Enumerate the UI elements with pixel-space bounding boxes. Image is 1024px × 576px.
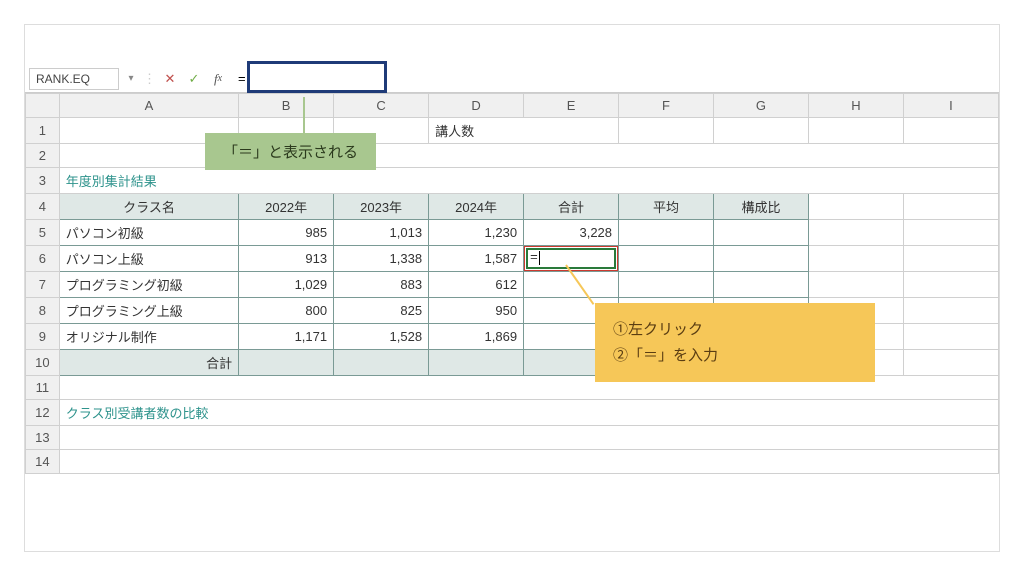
cell[interactable]: [334, 350, 429, 376]
cell[interactable]: 1,528: [334, 324, 429, 350]
cell[interactable]: 825: [334, 298, 429, 324]
callout-connector: [303, 97, 305, 135]
cell[interactable]: [714, 272, 809, 298]
sheet-title: 講人数: [429, 118, 619, 144]
callout-yellow-line1: ①左クリック: [613, 317, 857, 343]
cell[interactable]: [619, 272, 714, 298]
row-header-6[interactable]: 6: [26, 246, 60, 272]
cell[interactable]: [429, 350, 524, 376]
cell[interactable]: プログラミング上級: [59, 298, 238, 324]
fx-icon[interactable]: fx: [208, 69, 228, 89]
name-box-value: RANK.EQ: [36, 72, 90, 86]
name-box[interactable]: RANK.EQ: [29, 68, 119, 90]
cell[interactable]: 3,228: [524, 220, 619, 246]
cell[interactable]: 985: [239, 220, 334, 246]
section-2-label: クラス別受講者数の比較: [59, 400, 998, 426]
col-header-I[interactable]: I: [903, 94, 998, 118]
col-header-G[interactable]: G: [714, 94, 809, 118]
section-1-label: 年度別集計結果: [59, 168, 998, 194]
row-header-13[interactable]: 13: [26, 426, 60, 450]
header-class: クラス名: [59, 194, 238, 220]
cell[interactable]: [619, 246, 714, 272]
row-header-14[interactable]: 14: [26, 450, 60, 474]
col-header-H[interactable]: H: [808, 94, 903, 118]
cell[interactable]: 1,338: [334, 246, 429, 272]
active-cell-E6[interactable]: =: [524, 246, 619, 272]
row-header-5[interactable]: 5: [26, 220, 60, 246]
header-ratio: 構成比: [714, 194, 809, 220]
formula-input[interactable]: [232, 68, 995, 90]
select-all-corner[interactable]: [26, 94, 60, 118]
row-header-8[interactable]: 8: [26, 298, 60, 324]
cell[interactable]: オリジナル制作: [59, 324, 238, 350]
row-header-7[interactable]: 7: [26, 272, 60, 298]
cell[interactable]: 950: [429, 298, 524, 324]
header-2024: 2024年: [429, 194, 524, 220]
cell[interactable]: 913: [239, 246, 334, 272]
col-header-E[interactable]: E: [524, 94, 619, 118]
total-label-cell[interactable]: 合計: [59, 350, 238, 376]
header-total: 合計: [524, 194, 619, 220]
name-box-dropdown-icon[interactable]: ▾: [123, 73, 139, 84]
header-avg: 平均: [619, 194, 714, 220]
row-header-4[interactable]: 4: [26, 194, 60, 220]
cell[interactable]: プログラミング初級: [59, 272, 238, 298]
table-row: 5 パソコン初級 985 1,013 1,230 3,228: [26, 220, 999, 246]
cell[interactable]: 1,587: [429, 246, 524, 272]
cell[interactable]: [714, 246, 809, 272]
col-header-C[interactable]: C: [334, 94, 429, 118]
cell[interactable]: 1,171: [239, 324, 334, 350]
callout-instructions: ①左クリック ②「＝」を入力: [595, 303, 875, 382]
cell[interactable]: 1,230: [429, 220, 524, 246]
cell[interactable]: 883: [334, 272, 429, 298]
callout-yellow-line2: ②「＝」を入力: [613, 343, 857, 369]
formula-cancel-button[interactable]: ✕: [160, 69, 180, 89]
cell[interactable]: 1,013: [334, 220, 429, 246]
col-header-F[interactable]: F: [619, 94, 714, 118]
row-header-10[interactable]: 10: [26, 350, 60, 376]
callout-formula-display: 「＝」と表示される: [205, 133, 376, 170]
formula-bar: RANK.EQ ▾ ⋮ ✕ ✓ fx: [25, 65, 999, 93]
cell[interactable]: 612: [429, 272, 524, 298]
header-2022: 2022年: [239, 194, 334, 220]
col-header-D[interactable]: D: [429, 94, 524, 118]
row-header-1[interactable]: 1: [26, 118, 60, 144]
callout-green-text: 「＝」と表示される: [223, 144, 358, 161]
editing-text: =: [530, 249, 540, 265]
cell[interactable]: [619, 220, 714, 246]
table-row: 6 パソコン上級 913 1,338 1,587 =: [26, 246, 999, 272]
cell[interactable]: 1,029: [239, 272, 334, 298]
formula-enter-button[interactable]: ✓: [184, 69, 204, 89]
cell[interactable]: パソコン初級: [59, 220, 238, 246]
cell[interactable]: [239, 350, 334, 376]
cell[interactable]: パソコン上級: [59, 246, 238, 272]
cell[interactable]: 800: [239, 298, 334, 324]
col-header-A[interactable]: A: [59, 94, 238, 118]
cell[interactable]: [524, 272, 619, 298]
row-header-3[interactable]: 3: [26, 168, 60, 194]
header-2023: 2023年: [334, 194, 429, 220]
row-header-12[interactable]: 12: [26, 400, 60, 426]
row-header-2[interactable]: 2: [26, 144, 60, 168]
col-header-B[interactable]: B: [239, 94, 334, 118]
row-header-11[interactable]: 11: [26, 376, 60, 400]
cell[interactable]: 1,869: [429, 324, 524, 350]
spreadsheet-grid[interactable]: A B C D E F G H I 1 講人数 2 3 年度別集計結果: [25, 93, 999, 474]
cell[interactable]: [714, 220, 809, 246]
table-row: 7 プログラミング初級 1,029 883 612: [26, 272, 999, 298]
row-header-9[interactable]: 9: [26, 324, 60, 350]
